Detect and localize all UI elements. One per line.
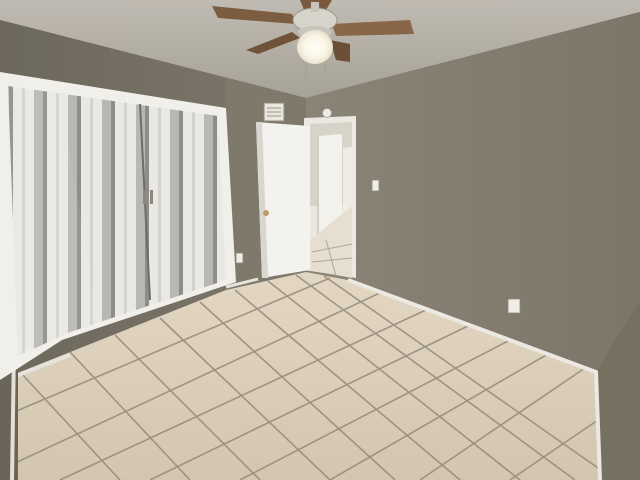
smoke-detector [322,108,332,118]
wall-outlet-back [235,252,244,264]
closet-handle-right[interactable] [150,190,153,204]
closet-handle-left[interactable] [143,190,146,204]
fan-light-globe [297,30,333,64]
bedroom-scene [0,0,640,480]
wall-outlet-right [507,298,521,314]
door-knob[interactable] [263,210,269,216]
hallway-door-far [343,147,352,212]
light-switch[interactable] [371,179,380,192]
fan-downrod [311,2,319,12]
